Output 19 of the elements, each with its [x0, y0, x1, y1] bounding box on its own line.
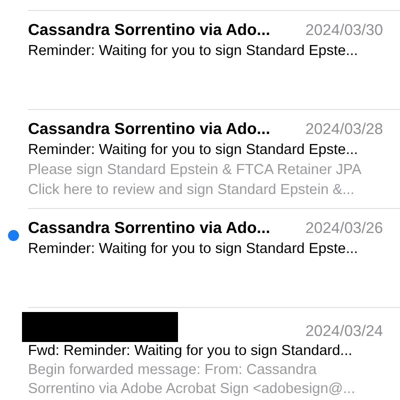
message-row[interactable]: Cassandra Sorrentino via Ado... 2024/03/26 Reminder: Waiting for you to sign Standard Epste... — [28, 208, 400, 307]
subject-line: Fwd: Reminder: Waiting for you to sign Standard... — [28, 342, 354, 361]
sender-name: Cassandra Sorrentino via Ado... — [28, 21, 270, 41]
sender-name: Cassandra Sorrentino via Ado... — [28, 120, 270, 140]
preview-text: Please sign Standard Epstein & FTCA Retainer JPA — [28, 161, 362, 180]
subject-line: Reminder: Waiting for you to sign Standard Epste... — [28, 42, 359, 61]
date-label: 2024/03/30 — [305, 21, 383, 41]
message-row[interactable]: 2024/03/24 Fwd: Reminder: Waiting for you to sign Standard... Begin forwarded message: From: Cassandra Sorrentino via Adobe Acrobat Sign <adobesign@... — [28, 307, 400, 400]
subject-line: Reminder: Waiting for you to sign Standard Epste... — [28, 141, 359, 160]
message-row[interactable]: Cassandra Sorrentino via Ado... 2024/03/28 Reminder: Waiting for you to sign Standard Epste... Please sign Standard Epstein & FTCA Retainer JPA Click here to review and sign Standard Epstein &... — [28, 109, 400, 208]
date-label: 2024/03/24 — [305, 322, 383, 342]
sender-name: Cassandra Sorrentino via Ado... — [28, 219, 270, 239]
message-row[interactable]: Cassandra Sorrentino via Ado... 2024/03/30 Reminder: Waiting for you to sign Standard Epste... — [28, 10, 400, 109]
preview-text: Begin forwarded message: From: Cassandra — [28, 361, 318, 380]
date-label: 2024/03/28 — [305, 120, 383, 140]
preview-text: Click here to review and sign Standard Epstein &... — [28, 181, 356, 200]
date-label: 2024/03/26 — [305, 219, 383, 239]
preview-text: Sorrentino via Adobe Acrobat Sign <adobesign@... — [28, 380, 356, 399]
subject-line: Reminder: Waiting for you to sign Standard Epste... — [28, 240, 359, 259]
